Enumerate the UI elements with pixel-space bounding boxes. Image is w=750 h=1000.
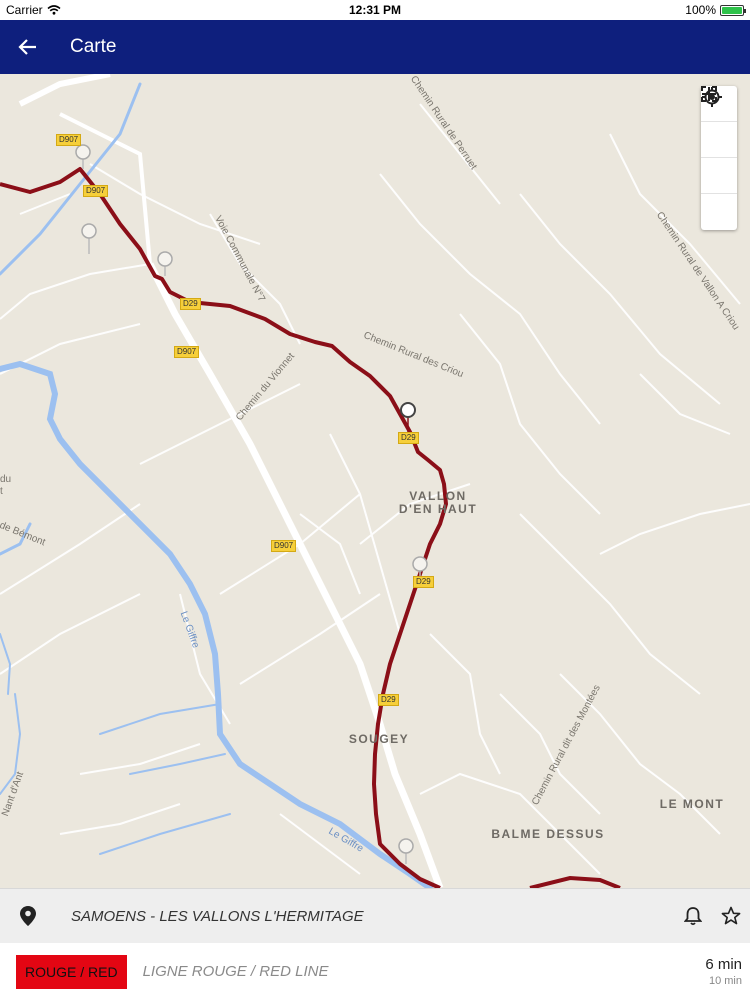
- line-badge: ROUGE / RED: [16, 954, 127, 989]
- place-label-balme-dessus: BALME DESSUS: [491, 827, 605, 841]
- line-times: 6 min 10 min: [705, 956, 742, 987]
- battery-info: 100%: [685, 3, 746, 17]
- road-badge: D907: [83, 185, 109, 197]
- following-departure: 10 min: [708, 975, 742, 987]
- zoom-in-button[interactable]: [701, 87, 737, 194]
- favorite-button[interactable]: [712, 906, 750, 926]
- place-label-le-mont: LE MONT: [659, 797, 725, 811]
- stop-marker: [81, 223, 97, 254]
- road-badge: D29: [180, 298, 201, 310]
- road-badge: D29: [413, 576, 434, 588]
- status-bar: Carrier 12:31 PM 100%: [0, 0, 750, 20]
- bell-icon: [684, 907, 702, 926]
- road-label: t: [0, 486, 3, 497]
- map-controls: [701, 86, 737, 230]
- stop-bar: SAMOENS - LES VALLONS L'HERMITAGE: [0, 888, 750, 943]
- minus-icon: [702, 93, 716, 95]
- page-title: Carte: [70, 36, 117, 57]
- fullscreen-button[interactable]: [701, 86, 737, 158]
- stop-pin: [0, 906, 55, 926]
- road-badge: D907: [271, 540, 297, 552]
- location-pin-icon: [19, 906, 36, 926]
- road-badge: D907: [56, 134, 82, 146]
- road-badge: D29: [398, 432, 419, 444]
- arrow-left-icon: [18, 39, 36, 55]
- battery-percent: 100%: [685, 3, 716, 17]
- map-view[interactable]: Voie Communale N°7 Chemin Rural des Crio…: [0, 74, 750, 888]
- battery-icon: [720, 4, 746, 16]
- place-label-vallon: VALLON D'EN HAUT: [398, 489, 478, 516]
- clock: 12:31 PM: [348, 3, 402, 17]
- app-bar: Carte: [0, 20, 750, 74]
- star-icon: [721, 906, 741, 925]
- notify-button[interactable]: [674, 906, 712, 926]
- stop-marker: [75, 144, 91, 169]
- stop-marker: [398, 838, 414, 864]
- place-label-sougey: SOUGEY: [348, 732, 410, 746]
- battery-level: [722, 6, 742, 14]
- road-badge: D29: [378, 694, 399, 706]
- stop-name: SAMOENS - LES VALLONS L'HERMITAGE: [71, 907, 364, 925]
- zoom-out-button[interactable]: [701, 93, 737, 230]
- map-canvas: [0, 74, 750, 888]
- line-row[interactable]: ROUGE / RED LIGNE ROUGE / RED LINE 6 min…: [0, 943, 750, 1000]
- back-button[interactable]: [0, 20, 56, 74]
- road-label: du: [0, 474, 12, 485]
- line-name: LIGNE ROUGE / RED LINE: [142, 963, 329, 980]
- road-badge: D907: [174, 346, 200, 358]
- stop-marker: [157, 251, 173, 276]
- next-departure: 6 min: [705, 956, 742, 973]
